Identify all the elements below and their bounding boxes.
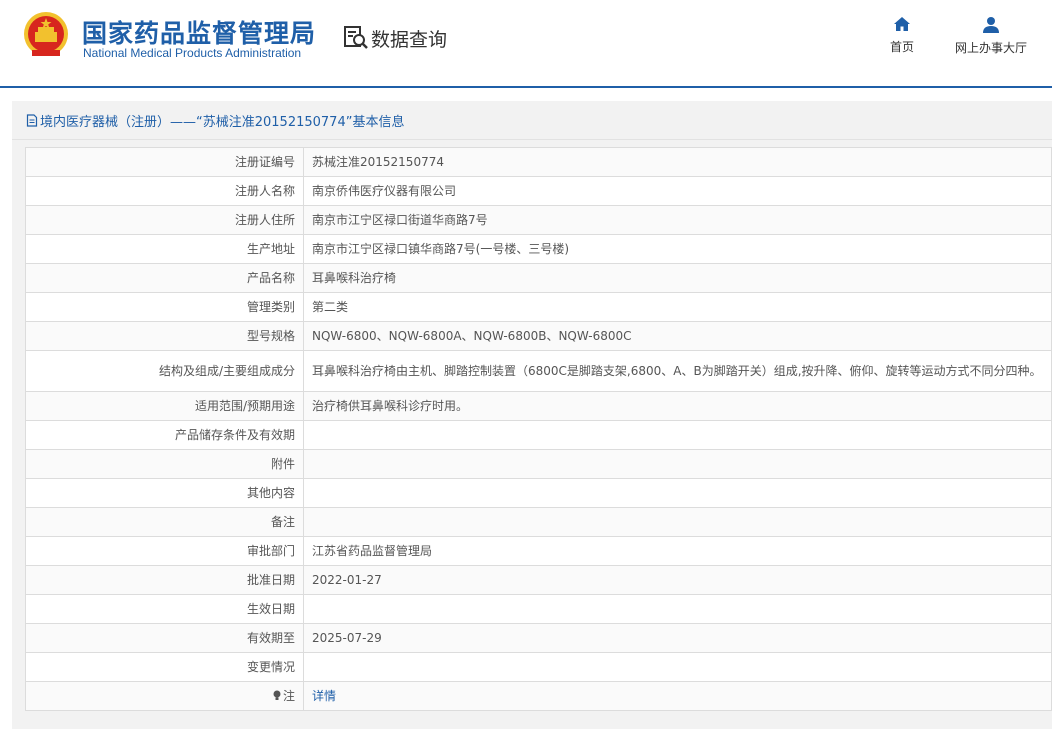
search-document-icon bbox=[344, 26, 368, 49]
data-query-label: 数据查询 bbox=[371, 28, 448, 51]
field-label: 附件 bbox=[25, 449, 304, 479]
table-row: 管理类别 第二类 bbox=[25, 292, 1052, 322]
field-label: 有效期至 bbox=[25, 623, 304, 653]
field-value: 苏械注准20152150774 bbox=[303, 147, 1052, 177]
field-label: 产品名称 bbox=[25, 263, 304, 293]
field-label: 注册证编号 bbox=[25, 147, 304, 177]
field-label: 管理类别 bbox=[25, 292, 304, 322]
panel-title: 境内医疗器械（注册）——“苏械注准20152150774”基本信息 bbox=[12, 101, 1052, 140]
nav-online-hall[interactable]: 网上办事大厅 bbox=[950, 16, 1032, 56]
field-label: 适用范围/预期用途 bbox=[25, 391, 304, 421]
registration-info-table: 注册证编号 苏械注准20152150774 注册人名称 南京侨伟医疗仪器有限公司 注册人… bbox=[25, 147, 1052, 711]
field-value: 2025-07-29 bbox=[303, 623, 1052, 653]
field-label: 生产地址 bbox=[25, 234, 304, 264]
field-value: 第二类 bbox=[303, 292, 1052, 322]
table-row: 附件 bbox=[25, 449, 1052, 479]
table-row: 其他内容 bbox=[25, 478, 1052, 508]
field-value: NQW-6800、NQW-6800A、NQW-6800B、NQW-6800C bbox=[303, 321, 1052, 351]
field-value: 治疗椅供耳鼻喉科诊疗时用。 bbox=[303, 391, 1052, 421]
note-label-cell: 注 bbox=[25, 681, 304, 711]
nav-online-hall-label: 网上办事大厅 bbox=[954, 41, 1027, 55]
site-header: 国家药品监督管理局 National Medical Products Admi… bbox=[0, 0, 1052, 88]
field-label: 注册人名称 bbox=[25, 176, 304, 206]
note-row: 注 详情 bbox=[25, 681, 1052, 711]
table-row: 产品储存条件及有效期 bbox=[25, 420, 1052, 450]
table-row: 结构及组成/主要组成成分 耳鼻喉科治疗椅由主机、脚踏控制装置（6800C是脚踏支架… bbox=[25, 350, 1052, 392]
table-row: 注册人住所 南京市江宁区禄口街道华商路7号 bbox=[25, 205, 1052, 235]
field-label: 批准日期 bbox=[25, 565, 304, 595]
home-icon bbox=[894, 17, 910, 31]
field-value: 南京市江宁区禄口镇华商路7号(一号楼、三号楼) bbox=[303, 234, 1052, 264]
table-row: 变更情况 bbox=[25, 652, 1052, 682]
field-value bbox=[303, 652, 1052, 682]
document-icon bbox=[26, 113, 38, 127]
nav-home[interactable]: 首页 bbox=[880, 16, 924, 55]
nav-home-label: 首页 bbox=[889, 40, 914, 54]
brand-name-en: National Medical Products Administration bbox=[83, 46, 302, 60]
table-row: 注册证编号 苏械注准20152150774 bbox=[25, 147, 1052, 177]
data-query-title: 数据查询 bbox=[343, 22, 447, 54]
table-row: 适用范围/预期用途 治疗椅供耳鼻喉科诊疗时用。 bbox=[25, 391, 1052, 421]
field-value bbox=[303, 449, 1052, 479]
field-value: 南京侨伟医疗仪器有限公司 bbox=[303, 176, 1052, 206]
table-row: 审批部门 江苏省药品监督管理局 bbox=[25, 536, 1052, 566]
user-icon bbox=[983, 17, 999, 33]
table-row: 注册人名称 南京侨伟医疗仪器有限公司 bbox=[25, 176, 1052, 206]
field-value: 耳鼻喉科治疗椅由主机、脚踏控制装置（6800C是脚踏支架,6800、A、B为脚踏… bbox=[303, 350, 1052, 392]
panel-title-text: 境内医疗器械（注册）——“苏械注准20152150774”基本信息 bbox=[40, 114, 405, 130]
field-value: 江苏省药品监督管理局 bbox=[303, 536, 1052, 566]
field-label: 其他内容 bbox=[25, 478, 304, 508]
field-label: 备注 bbox=[25, 507, 304, 537]
field-label: 生效日期 bbox=[25, 594, 304, 624]
field-value bbox=[303, 420, 1052, 450]
field-label: 变更情况 bbox=[25, 652, 304, 682]
note-label: 注 bbox=[282, 689, 295, 703]
field-label: 结构及组成/主要组成成分 bbox=[25, 350, 304, 392]
field-value bbox=[303, 478, 1052, 508]
details-link[interactable]: 详情 bbox=[312, 689, 336, 703]
brand-name-cn: 国家药品监督管理局 bbox=[82, 19, 317, 48]
national-emblem-logo bbox=[24, 12, 68, 56]
table-row: 有效期至 2025-07-29 bbox=[25, 623, 1052, 653]
field-label: 审批部门 bbox=[25, 536, 304, 566]
field-label: 注册人住所 bbox=[25, 205, 304, 235]
lightbulb-icon bbox=[273, 690, 281, 700]
field-value: 2022-01-27 bbox=[303, 565, 1052, 595]
field-label: 型号规格 bbox=[25, 321, 304, 351]
table-row: 产品名称 耳鼻喉科治疗椅 bbox=[25, 263, 1052, 293]
table-row: 生效日期 bbox=[25, 594, 1052, 624]
field-value: 南京市江宁区禄口街道华商路7号 bbox=[303, 205, 1052, 235]
note-value-cell: 详情 bbox=[303, 681, 1052, 711]
field-label: 产品储存条件及有效期 bbox=[25, 420, 304, 450]
table-row: 批准日期 2022-01-27 bbox=[25, 565, 1052, 595]
table-row: 备注 bbox=[25, 507, 1052, 537]
field-value: 耳鼻喉科治疗椅 bbox=[303, 263, 1052, 293]
field-value bbox=[303, 507, 1052, 537]
table-row: 型号规格 NQW-6800、NQW-6800A、NQW-6800B、NQW-680… bbox=[25, 321, 1052, 351]
table-row: 生产地址 南京市江宁区禄口镇华商路7号(一号楼、三号楼) bbox=[25, 234, 1052, 264]
field-value bbox=[303, 594, 1052, 624]
detail-panel: 境内医疗器械（注册）——“苏械注准20152150774”基本信息 注册证编号苏… bbox=[12, 101, 1052, 729]
